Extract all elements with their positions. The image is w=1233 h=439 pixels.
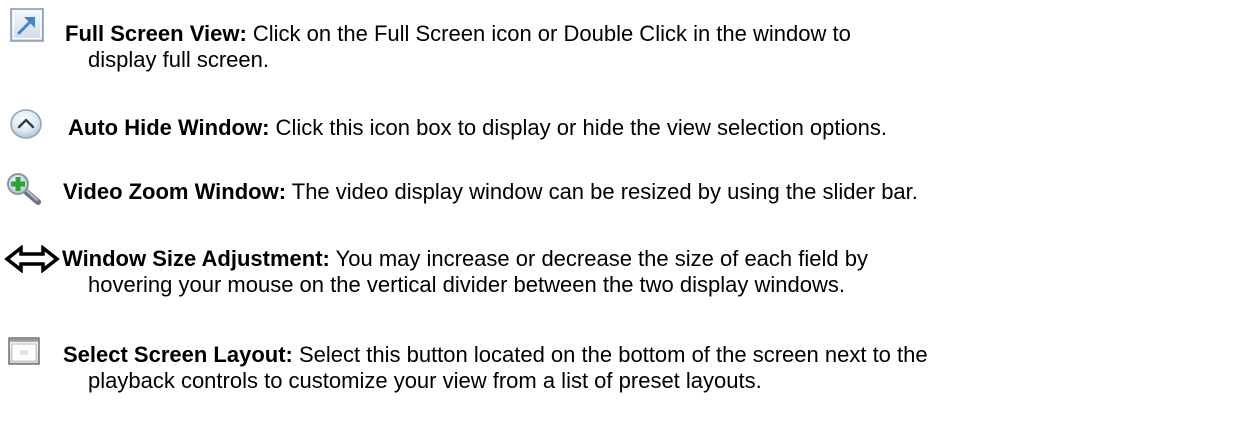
entry-term: Select Screen Layout: xyxy=(63,342,293,367)
entry-description: The video display window can be resized … xyxy=(286,179,918,204)
entry-term: Auto Hide Window: xyxy=(68,115,270,140)
entry-continuation-line: display full screen. xyxy=(88,47,269,72)
entry-term: Video Zoom Window: xyxy=(63,179,287,204)
help-entry-full-screen-view: Full Screen View: Click on the Full Scre… xyxy=(0,0,1225,90)
entry-first-line: Video Zoom Window: The video display win… xyxy=(63,179,918,205)
full-screen-icon xyxy=(10,8,44,42)
help-entry-select-screen-layout: Select Screen Layout: Select this button… xyxy=(0,325,1225,439)
entry-first-line: Select Screen Layout: Select this button… xyxy=(63,342,928,368)
entry-term: Full Screen View: xyxy=(65,21,247,46)
entry-description: You may increase or decrease the size of… xyxy=(329,246,868,271)
entry-description: Select this button located on the bottom… xyxy=(292,342,928,367)
entry-continuation-line: playback controls to customize your view… xyxy=(88,368,762,393)
auto-hide-icon xyxy=(8,108,44,140)
entry-first-line: Full Screen View: Click on the Full Scre… xyxy=(65,21,851,47)
entry-description: Click this icon box to display or hide t… xyxy=(269,115,887,140)
help-entry-video-zoom-window: Video Zoom Window: The video display win… xyxy=(0,165,1225,225)
screen-layout-icon xyxy=(8,337,40,365)
entry-description: Click on the Full Screen icon or Double … xyxy=(246,21,851,46)
entry-first-line: Auto Hide Window: Click this icon box to… xyxy=(68,115,887,141)
zoom-magnifier-icon xyxy=(6,172,42,206)
resize-arrows-icon xyxy=(4,244,60,274)
entry-continuation-line: hovering your mouse on the vertical divi… xyxy=(88,272,845,297)
help-entry-window-size-adjustment: Window Size Adjustment: You may increase… xyxy=(0,225,1225,325)
help-entry-auto-hide-window: Auto Hide Window: Click this icon box to… xyxy=(0,100,1225,160)
entry-term: Window Size Adjustment: xyxy=(62,246,330,271)
entry-first-line: Window Size Adjustment: You may increase… xyxy=(62,246,868,272)
